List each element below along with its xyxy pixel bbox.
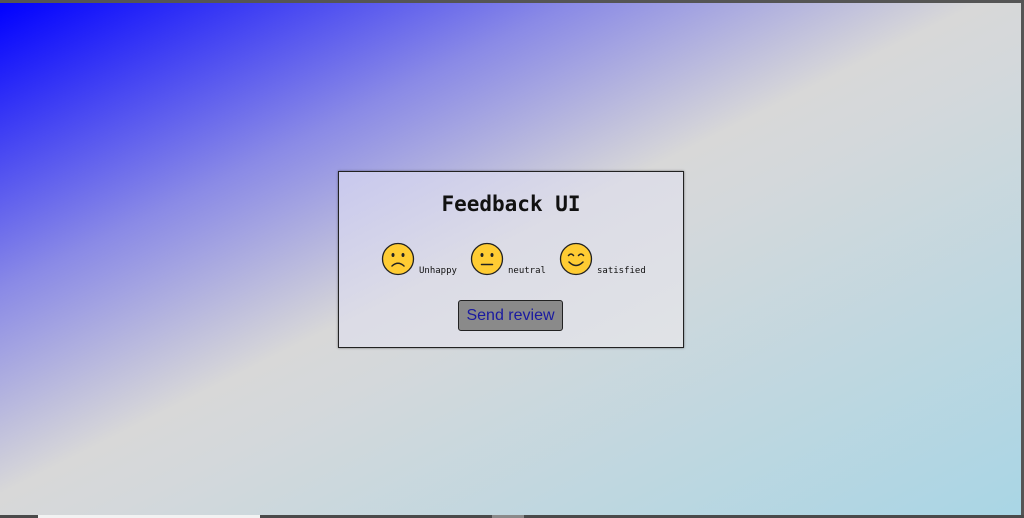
neutral-face-icon — [470, 242, 504, 276]
panel-title: Feedback UI — [441, 192, 581, 216]
rating-label: satisfied — [597, 266, 646, 276]
sad-face-icon — [381, 242, 415, 276]
rating-label: Unhappy — [419, 266, 457, 276]
rating-label: neutral — [508, 266, 546, 276]
feedback-panel: Feedback UI Unhappy neutral satisfied Se… — [338, 171, 684, 348]
smiling-face-icon — [559, 242, 593, 276]
send-review-button[interactable]: Send review — [458, 300, 563, 331]
